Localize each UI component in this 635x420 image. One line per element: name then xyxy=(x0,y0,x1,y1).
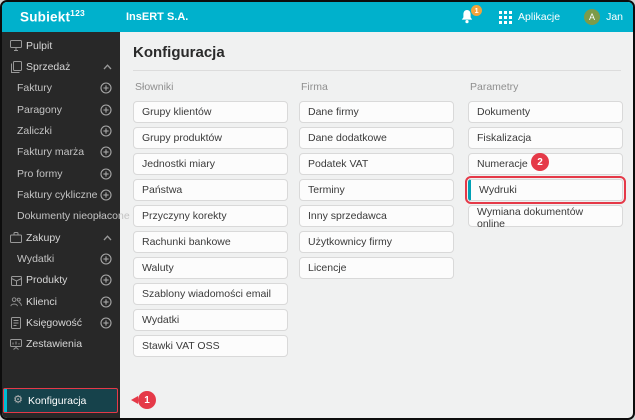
column-firma: Firma Dane firmy Dane dodatkowe Podatek … xyxy=(299,81,454,361)
clients-icon xyxy=(10,296,22,307)
config-button-grupy-klientow[interactable]: Grupy klientów xyxy=(133,101,288,123)
logo-text: Subiekt xyxy=(20,9,71,25)
plus-icon[interactable] xyxy=(100,82,112,94)
callout-step-1: 1 xyxy=(138,391,156,409)
user-menu-button[interactable]: A Jan xyxy=(584,9,623,25)
column-slowniki: Słowniki Grupy klientów Grupy produktów … xyxy=(133,81,288,361)
config-button-rachunki-bankowe[interactable]: Rachunki bankowe xyxy=(133,231,288,253)
reports-icon xyxy=(10,338,22,351)
main-content: Konfiguracja Słowniki Grupy klientów Gru… xyxy=(120,32,633,418)
desktop-icon xyxy=(10,40,22,52)
chevron-up-icon xyxy=(103,235,112,241)
sidebar-item-ksiegowosc[interactable]: Księgowość xyxy=(2,312,120,333)
sidebar-item-produkty[interactable]: Produkty xyxy=(2,270,120,291)
config-columns: Słowniki Grupy klientów Grupy produktów … xyxy=(133,81,633,361)
logo-superscript: 123 xyxy=(70,8,85,18)
column-header: Słowniki xyxy=(135,81,174,93)
callout-step-2: 2 xyxy=(531,153,549,171)
column-header: Firma xyxy=(301,81,328,93)
config-button-wydruki[interactable]: Wydruki xyxy=(465,176,626,204)
config-button-waluty[interactable]: Waluty xyxy=(133,257,288,279)
sidebar-item-faktury[interactable]: Faktury xyxy=(2,78,120,99)
avatar: A xyxy=(584,9,601,25)
config-button-dokumenty[interactable]: Dokumenty xyxy=(468,101,623,123)
config-button-dane-firmy[interactable]: Dane firmy xyxy=(299,101,454,123)
sales-icon xyxy=(10,61,22,74)
plus-icon[interactable] xyxy=(100,274,112,287)
config-button-terminy[interactable]: Terminy xyxy=(299,179,454,201)
topbar-actions: 1 Aplikacje A Jan xyxy=(460,2,623,32)
sidebar-item-wydatki[interactable]: Wydatki xyxy=(2,248,120,269)
plus-icon[interactable] xyxy=(100,104,112,116)
sidebar: Pulpit Sprzedaż Faktury Paragony Zaliczk xyxy=(2,32,130,418)
sidebar-item-dokumenty-nieoplacone[interactable]: Dokumenty nieopłacone xyxy=(2,206,130,227)
sidebar-item-faktury-marza[interactable]: Faktury marża xyxy=(2,142,120,163)
callout-1-arrow xyxy=(131,396,138,404)
sidebar-item-zestawienia[interactable]: Zestawienia xyxy=(2,334,120,355)
config-button-inny-sprzedawca[interactable]: Inny sprzedawca xyxy=(299,205,454,227)
config-button-przyczyny-korekty[interactable]: Przyczyny korekty xyxy=(133,205,288,227)
sidebar-item-sprzedaz[interactable]: Sprzedaż xyxy=(2,56,120,77)
plus-icon[interactable] xyxy=(100,253,112,265)
page-title: Konfiguracja xyxy=(133,44,225,61)
column-parametry: Parametry Dokumenty Fiskalizacja Numerac… xyxy=(465,81,626,361)
plus-icon[interactable] xyxy=(100,189,112,201)
sidebar-item-zaliczki[interactable]: Zaliczki xyxy=(2,120,120,141)
column-header: Parametry xyxy=(470,81,519,93)
sidebar-item-klienci[interactable]: Klienci xyxy=(2,291,120,312)
plus-icon[interactable] xyxy=(100,125,112,137)
sidebar-item-pro-formy[interactable]: Pro formy xyxy=(2,163,120,184)
sidebar-item-paragony[interactable]: Paragony xyxy=(2,99,120,120)
plus-icon[interactable] xyxy=(100,146,112,158)
user-name: Jan xyxy=(606,11,623,23)
config-button-dane-dodatkowe[interactable]: Dane dodatkowe xyxy=(299,127,454,149)
plus-icon[interactable] xyxy=(100,296,112,308)
config-button-szablony-email[interactable]: Szablony wiadomości email xyxy=(133,283,288,305)
notifications-button[interactable]: 1 xyxy=(460,5,483,25)
chevron-up-icon xyxy=(103,64,112,70)
config-button-podatek-vat[interactable]: Podatek VAT xyxy=(299,153,454,175)
title-divider xyxy=(133,70,621,71)
config-button-wydatki[interactable]: Wydatki xyxy=(133,309,288,331)
config-button-licencje[interactable]: Licencje xyxy=(299,257,454,279)
config-button-uzytkownicy-firmy[interactable]: Użytkownicy firmy xyxy=(299,231,454,253)
app-logo[interactable]: Subiekt123 xyxy=(20,8,85,25)
config-button-grupy-produktow[interactable]: Grupy produktów xyxy=(133,127,288,149)
company-name: InsERT S.A. xyxy=(126,11,189,23)
config-button-jednostki-miary[interactable]: Jednostki miary xyxy=(133,153,288,175)
products-icon xyxy=(10,274,22,287)
gear-icon: ⚙ xyxy=(13,394,23,406)
sidebar-item-konfiguracja[interactable]: ⚙ Konfiguracja xyxy=(3,388,118,413)
config-button-fiskalizacja[interactable]: Fiskalizacja xyxy=(468,127,623,149)
notification-count-badge: 1 xyxy=(471,5,483,16)
sidebar-item-zakupy[interactable]: Zakupy xyxy=(2,227,120,248)
apps-menu-button[interactable]: Aplikacje xyxy=(499,10,561,24)
sidebar-item-faktury-cykliczne[interactable]: Faktury cykliczne xyxy=(2,184,120,205)
app-window: Subiekt123 InsERT S.A. 1 Aplikacje A Jan… xyxy=(0,0,635,420)
purchases-icon xyxy=(10,232,22,244)
plus-icon[interactable] xyxy=(100,168,112,180)
apps-label: Aplikacje xyxy=(518,11,561,23)
config-button-wymiana-dokumentow-online[interactable]: Wymiana dokumentów online xyxy=(468,205,623,230)
accounting-icon xyxy=(10,317,22,330)
plus-icon[interactable] xyxy=(100,317,112,329)
top-bar: Subiekt123 InsERT S.A. 1 Aplikacje A Jan xyxy=(2,2,633,32)
config-button-panstwa[interactable]: Państwa xyxy=(133,179,288,201)
sidebar-item-pulpit[interactable]: Pulpit xyxy=(2,35,120,56)
config-button-stawki-vat-oss[interactable]: Stawki VAT OSS xyxy=(133,335,288,357)
apps-grid-icon xyxy=(499,10,513,24)
